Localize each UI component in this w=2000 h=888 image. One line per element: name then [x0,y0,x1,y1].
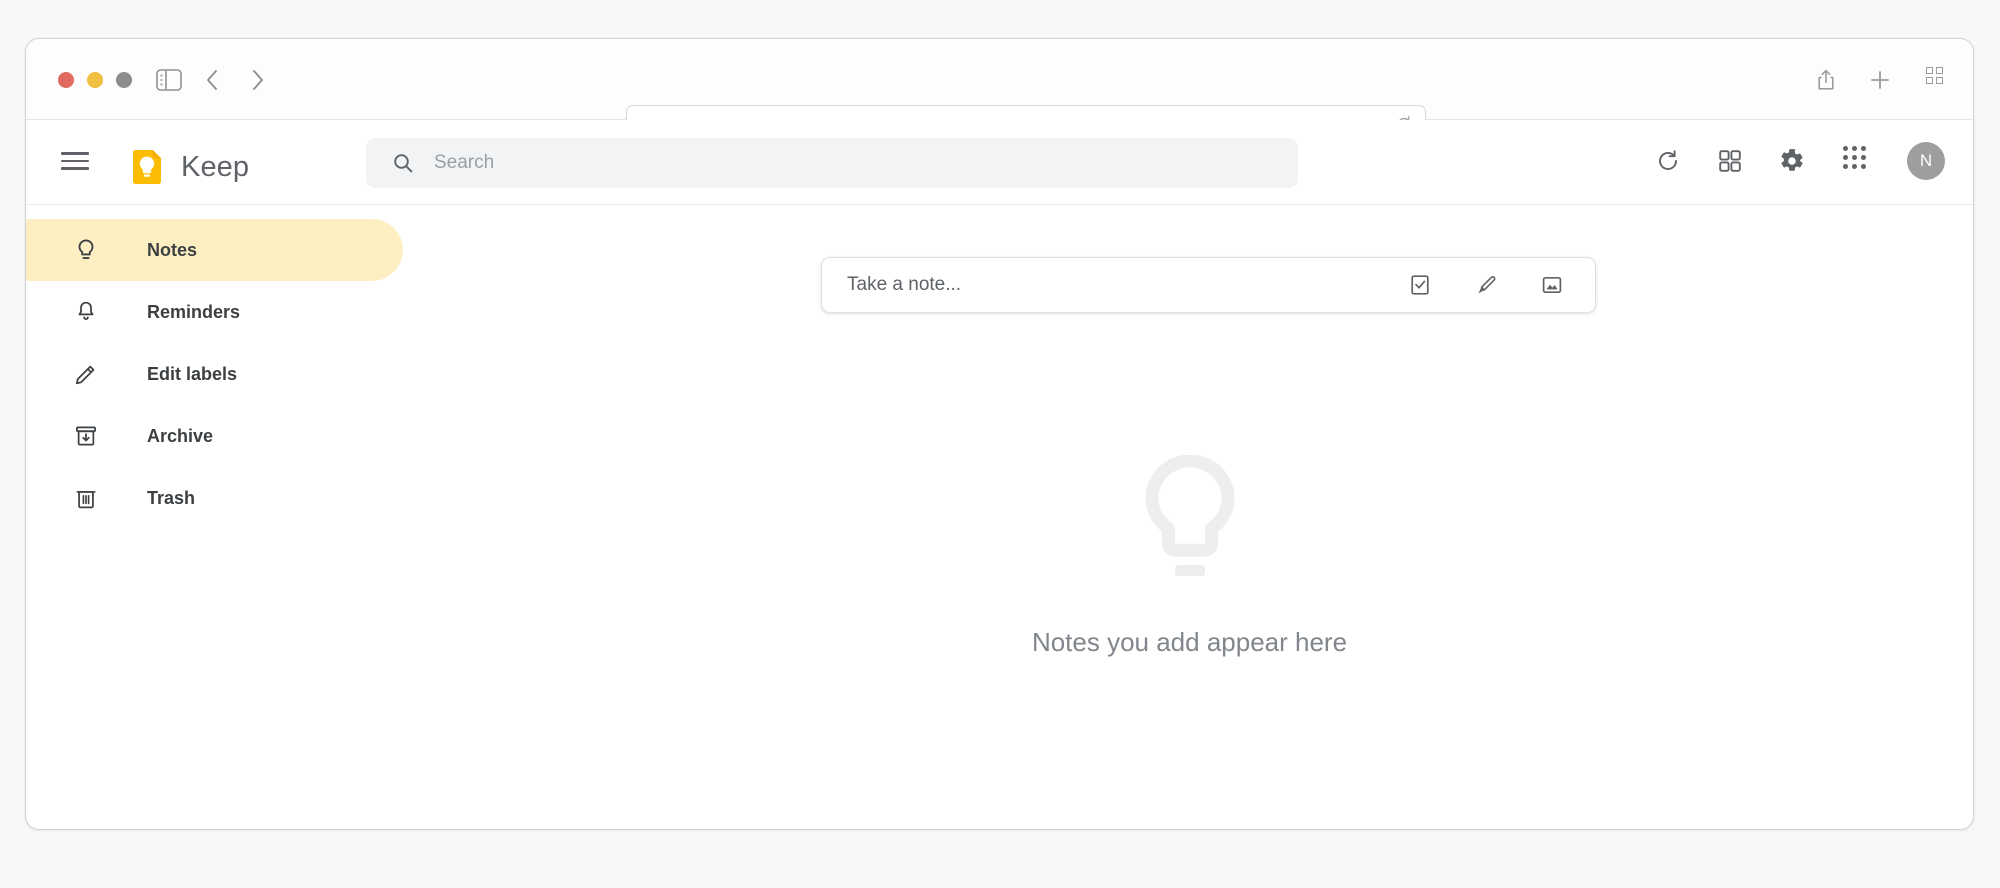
hamburger-menu-icon[interactable] [61,150,89,172]
app-title: Keep [181,151,250,183]
brush-icon[interactable] [1473,272,1499,298]
image-icon[interactable] [1539,272,1565,298]
app-body: Notes Reminders Edit labels Archive Tras… [26,205,1973,829]
sidebar-item-label: Archive [147,425,214,446]
sidebar-item-reminders[interactable]: Reminders [26,281,403,343]
browser-window: Keep Search N Notes Reminders Edit label… [25,38,1974,830]
empty-state-text: Notes you add appear here [1031,627,1348,657]
take-a-note-placeholder: Take a note... [847,274,962,295]
sidebar-item-label: Notes [147,239,198,260]
sidebar-item-edit-labels[interactable]: Edit labels [26,343,403,405]
sidebar-item-label: Edit labels [147,363,238,384]
forward-button[interactable] [246,67,268,93]
take-a-note-actions [1407,272,1565,298]
sidebar-item-notes[interactable]: Notes [26,219,403,281]
sidebar-toggle-icon[interactable] [156,69,182,91]
trash-icon [73,485,99,511]
archive-icon [73,423,99,449]
bell-icon [73,299,99,325]
google-apps-icon[interactable] [1839,146,1869,176]
back-button[interactable] [202,67,224,93]
checkbox-icon[interactable] [1407,272,1433,298]
avatar[interactable]: N [1907,142,1945,180]
browser-toolbar-actions [1813,67,1947,93]
settings-gear-icon[interactable] [1777,146,1807,176]
sidebar-item-trash[interactable]: Trash [26,467,403,529]
share-icon[interactable] [1813,67,1839,93]
sidebar: Notes Reminders Edit labels Archive Tras… [26,205,406,529]
sidebar-item-archive[interactable]: Archive [26,405,403,467]
minimize-window-button[interactable] [87,72,103,88]
pencil-icon [73,361,99,387]
tab-overview-icon[interactable] [1921,67,1947,93]
new-tab-icon[interactable] [1867,67,1893,93]
lightbulb-large-icon [1128,454,1252,591]
window-controls [58,72,132,88]
search-input[interactable]: Search [366,138,1298,188]
lightbulb-icon [73,237,99,263]
notes-content-area: Take a note... Notes you add appear here [406,205,1973,829]
sidebar-item-label: Trash [147,487,196,508]
search-icon [392,152,414,174]
sidebar-item-label: Reminders [147,301,241,322]
browser-toolbar [26,39,1973,143]
keep-logo-icon [129,148,165,184]
close-window-button[interactable] [58,72,74,88]
app-header: Keep Search N [26,120,1973,205]
take-a-note-card[interactable]: Take a note... [821,257,1596,313]
grid-view-toggle-icon[interactable] [1715,146,1745,176]
search-placeholder: Search [434,152,495,173]
empty-state: Notes you add appear here [406,454,1973,658]
refresh-icon[interactable] [1653,146,1683,176]
app-header-actions: N [1653,142,1945,180]
maximize-window-button[interactable] [116,72,132,88]
browser-navigation [202,67,268,93]
